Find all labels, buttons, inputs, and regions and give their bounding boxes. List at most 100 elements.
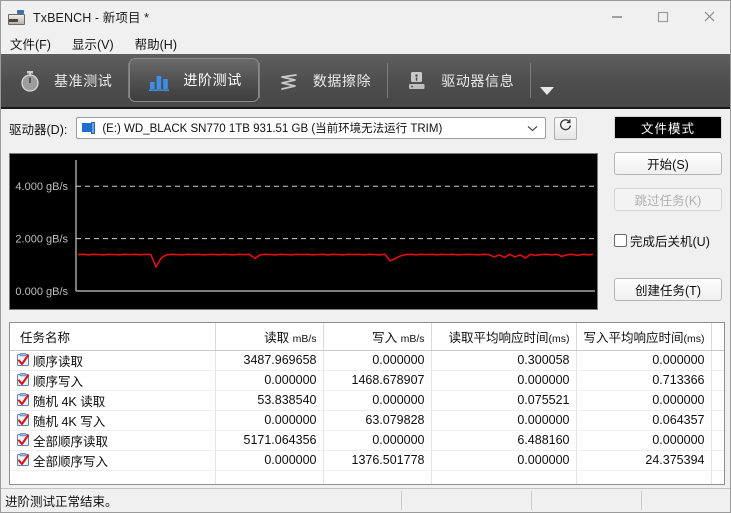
cell-spacer	[711, 450, 724, 471]
svg-text:0.000 gB/s: 0.000 gB/s	[15, 286, 68, 298]
drive-select-value: (E:) WD_BLACK SN770 1TB 931.51 GB (当前环境无…	[102, 123, 443, 135]
cell-write: 0.000000	[323, 430, 432, 451]
table-row[interactable]	[10, 470, 724, 484]
table-row[interactable]: 全部顺序读取 5171.064356 0.000000 6.488160 0.00000…	[10, 430, 724, 451]
tab-data-erase[interactable]: 数据擦除	[260, 54, 387, 107]
cell-write: 1376.501778	[323, 450, 432, 471]
task-name-label: 随机 4K 读取	[33, 394, 106, 409]
window-title: TxBENCH - 新项目 *	[33, 11, 150, 25]
tab-benchmark[interactable]: 基准测试	[1, 54, 128, 107]
cell-read: 5171.064356	[215, 430, 324, 451]
cell-spacer	[711, 350, 724, 371]
tab-drive-info[interactable]: 驱动器信息	[388, 54, 530, 107]
cell-write: 0.000000	[323, 390, 432, 411]
column-header-spacer	[711, 323, 724, 351]
create-task-button[interactable]: 创建任务(T)	[614, 278, 722, 301]
tab-advanced-label: 进阶测试	[183, 72, 242, 88]
svg-text:2.000 gB/s: 2.000 gB/s	[15, 234, 68, 246]
menu-file[interactable]: 文件(F)	[8, 32, 60, 55]
skip-task-button-label: 跳过任务(K)	[634, 194, 702, 208]
minimize-icon[interactable]	[594, 1, 640, 32]
task-done-icon	[16, 413, 30, 427]
cell-write_lat: 0.000000	[576, 350, 712, 371]
tab-drive-info-label: 驱动器信息	[441, 72, 515, 89]
drive-small-icon	[82, 121, 97, 135]
cell-read_lat: 0.000000	[431, 450, 577, 471]
status-bar: 进阶测试正常结束。	[1, 488, 730, 512]
cell-task-name	[10, 470, 216, 484]
chevron-down-icon	[539, 83, 555, 101]
task-done-icon	[16, 433, 30, 447]
column-header-write[interactable]: 写入 mB/s	[323, 323, 432, 351]
throughput-graph-svg: 4.000 gB/s 2.000 gB/s 0.000 gB/s	[15, 160, 595, 298]
cell-write: 1468.678907	[323, 370, 432, 391]
table-row[interactable]: 顺序写入 0.000000 1468.678907 0.000000 0.713366	[10, 370, 724, 391]
results-table: 任务名称 读取 mB/s 写入 mB/s 读取平均响应时间(ms) 写入平均响应…	[10, 323, 724, 484]
cell-write: 0.000000	[323, 350, 432, 371]
table-row[interactable]: 顺序读取 3487.969658 0.000000 0.300058 0.000000	[10, 350, 724, 371]
cell-read_lat: 0.000000	[431, 370, 577, 391]
drive-select[interactable]: (E:) WD_BLACK SN770 1TB 931.51 GB (当前环境无…	[76, 117, 547, 139]
cell-spacer	[711, 390, 724, 411]
refresh-icon	[558, 118, 573, 138]
task-done-icon	[16, 373, 30, 387]
chevron-down-icon	[527, 119, 538, 137]
maximize-icon[interactable]	[640, 1, 686, 32]
results-table-container[interactable]: 任务名称 读取 mB/s 写入 mB/s 读取平均响应时间(ms) 写入平均响应…	[9, 322, 725, 485]
main-toolbar: 基准测试 进阶测试 数据擦除 驱动器信息	[1, 54, 730, 109]
close-icon[interactable]	[686, 1, 730, 32]
column-header-read[interactable]: 读取 mB/s	[215, 323, 324, 351]
drive-info-icon	[404, 68, 430, 94]
tab-advanced[interactable]: 进阶测试	[129, 58, 259, 102]
column-header-task[interactable]: 任务名称	[10, 323, 216, 351]
file-mode-button[interactable]: 文件模式	[614, 116, 722, 139]
refresh-button[interactable]	[554, 116, 578, 140]
table-row[interactable]: 随机 4K 读取 53.838540 0.000000 0.075521 0.00000…	[10, 390, 724, 411]
cell-spacer	[711, 410, 724, 431]
table-row[interactable]: 全部顺序写入 0.000000 1376.501778 0.000000 24.3753…	[10, 450, 724, 471]
cell-read: 0.000000	[215, 450, 324, 471]
window-controls	[594, 1, 730, 32]
shutdown-after-finish-label: 完成后关机(U)	[630, 235, 710, 249]
cell-read_lat: 0.000000	[431, 410, 577, 431]
cell-read: 0.000000	[215, 410, 324, 431]
throughput-graph: 4.000 gB/s 2.000 gB/s 0.000 gB/s	[9, 153, 598, 310]
column-header-write-latency[interactable]: 写入平均响应时间(ms)	[576, 323, 712, 351]
task-name-label: 顺序写入	[33, 374, 84, 389]
cell-read_lat	[431, 470, 577, 484]
cell-task-name: 随机 4K 读取	[10, 390, 216, 411]
cell-write_lat: 0.064357	[576, 410, 712, 431]
cell-write: 63.079828	[323, 410, 432, 431]
column-header-read-latency[interactable]: 读取平均响应时间(ms)	[431, 323, 577, 351]
toolbar-overflow-button[interactable]	[531, 54, 563, 107]
bar-chart-icon	[146, 67, 172, 93]
cell-read: 53.838540	[215, 390, 324, 411]
start-button-label: 开始(S)	[647, 158, 689, 172]
cell-read	[215, 470, 324, 484]
drive-selector-label: 驱动器(D):	[9, 122, 68, 137]
txbench-window: TxBENCH - 新项目 * 文件(F) 显示(V) 帮助(H) 基准测试 进…	[0, 0, 731, 513]
skip-task-button[interactable]: 跳过任务(K)	[614, 188, 722, 211]
shutdown-after-finish-checkbox[interactable]: 完成后关机(U)	[614, 231, 724, 250]
start-button[interactable]: 开始(S)	[614, 152, 722, 175]
task-done-icon	[16, 353, 30, 367]
cell-read: 0.000000	[215, 370, 324, 391]
menu-help[interactable]: 帮助(H)	[133, 32, 186, 55]
create-task-button-label: 创建任务(T)	[635, 284, 701, 298]
task-name-label: 全部顺序写入	[33, 454, 109, 469]
cell-read_lat: 0.075521	[431, 390, 577, 411]
cell-task-name: 全部顺序读取	[10, 430, 216, 451]
cell-write_lat: 0.713366	[576, 370, 712, 391]
cell-task-name: 顺序写入	[10, 370, 216, 391]
task-done-icon	[16, 393, 30, 407]
title-bar: TxBENCH - 新项目 *	[1, 1, 730, 32]
cell-write	[323, 470, 432, 484]
cell-read: 3487.969658	[215, 350, 324, 371]
checkbox-box	[614, 234, 627, 247]
cell-write_lat: 0.000000	[576, 390, 712, 411]
cell-task-name: 全部顺序写入	[10, 450, 216, 471]
table-header-row: 任务名称 读取 mB/s 写入 mB/s 读取平均响应时间(ms) 写入平均响应…	[10, 323, 724, 351]
control-panel: 文件模式 开始(S) 跳过任务(K) 完成后关机(U) 创建任务(T)	[614, 116, 724, 301]
menu-view[interactable]: 显示(V)	[70, 32, 123, 55]
table-row[interactable]: 随机 4K 写入 0.000000 63.079828 0.000000 0.06435…	[10, 410, 724, 431]
